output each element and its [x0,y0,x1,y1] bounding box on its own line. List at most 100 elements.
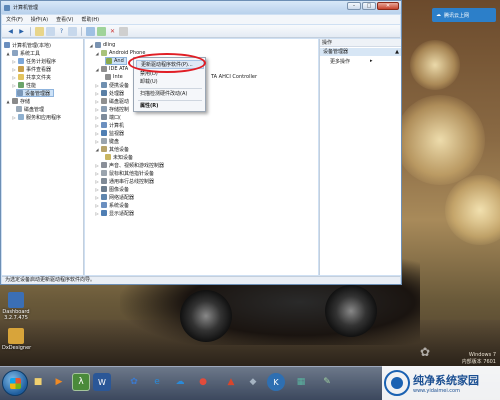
tree-item-task-scheduler[interactable]: ▷ 任务计划程序 [12,57,56,65]
maximize-button[interactable]: □ [362,2,376,10]
expand-arrow-icon[interactable]: ▷ [95,99,99,104]
device-category-monitors[interactable]: ▷ 监视器 [95,129,124,137]
device-root[interactable]: ◢ dling [89,41,115,49]
expand-arrow-icon[interactable]: ▲ [6,51,10,56]
expand-arrow-icon[interactable]: ▷ [95,83,99,88]
expand-arrow-icon[interactable]: ▷ [12,59,16,64]
desktop-icon-dashboard[interactable]: Dashboard 3.2.7.475 [2,292,30,321]
calculator-icon[interactable]: ▦ [292,373,310,391]
menu-view[interactable]: 查看(V) [56,16,73,23]
device-category-keyboards[interactable]: ▷ 键盘 [95,137,119,145]
expand-arrow-icon[interactable]: ▷ [12,83,16,88]
device-category-computer[interactable]: ▷ 计算机 [95,121,124,129]
device-android-adb[interactable]: And [105,57,127,65]
tree-item-storage[interactable]: ▲ 存储 [6,97,30,105]
menu-help[interactable]: 帮助(H) [81,16,99,23]
device-category-system[interactable]: ▷ 系统设备 [95,201,129,209]
expand-arrow-icon[interactable]: ▷ [95,163,99,168]
properties-icon[interactable] [68,26,77,36]
expand-arrow-icon[interactable]: ▷ [95,115,99,120]
device-category-sound-video[interactable]: ▷ 声音、视频和游戏控制器 [95,161,164,169]
tree-item-event-viewer[interactable]: ▷ 事件查看器 [12,65,51,73]
forward-arrow-icon[interactable]: ▶ [17,27,26,36]
k-app-icon[interactable]: K [267,373,285,391]
menu-item-update-driver[interactable]: 更新驱动程序软件(P)... [136,60,204,69]
desktop-icon-dxdesigner[interactable]: DxDesigner [2,328,31,351]
collapse-arrow-icon[interactable]: ◢ [95,147,99,152]
lambda-app-icon[interactable]: λ [72,373,90,391]
expand-arrow-icon[interactable]: ▷ [95,139,99,144]
tree-item-computer-management[interactable]: 计算机管理(本地) [4,41,51,49]
menu-action[interactable]: 操作(A) [31,16,48,23]
expand-arrow-icon[interactable]: ▲ [6,99,10,104]
ie-icon[interactable]: e [148,373,166,391]
actions-section-device-manager[interactable]: 设备管理器 ▲ [320,48,401,56]
expand-arrow-icon[interactable]: ▷ [95,131,99,136]
disable-icon[interactable] [119,26,128,36]
minimize-button[interactable]: – [347,2,361,10]
expand-arrow-icon[interactable]: ▷ [95,203,99,208]
menu-item-properties[interactable]: 属性(R) [136,102,204,111]
chrome-icon[interactable]: ● [194,373,212,391]
disk-icon[interactable]: ◆ [244,373,262,391]
expand-arrow-icon[interactable]: ▷ [12,75,16,80]
paw-app-icon[interactable]: ✿ [125,373,143,391]
expand-arrow-icon[interactable]: ▷ [95,123,99,128]
device-category-processors[interactable]: ▷ 处理器 [95,89,124,97]
tree-item-shared-folders[interactable]: ▷ 共享文件夹 [12,73,51,81]
folder-icon[interactable]: ■ [29,373,47,391]
close-button[interactable]: ✕ [377,2,399,10]
device-category-portable[interactable]: ▷ 便携设备 [95,81,129,89]
cloud-pill-button[interactable]: ☁ 腾讯云上网 [432,8,496,22]
tree-item-disk-management[interactable]: 磁盘管理 [16,105,44,113]
device-category-display[interactable]: ▷ 显示适配器 [95,209,134,217]
device-category-ports[interactable]: ▷ 端口( [95,113,121,121]
device-unknown[interactable]: 未知设备 [105,153,133,161]
start-button[interactable] [2,370,28,396]
expand-arrow-icon[interactable]: ▷ [12,115,16,120]
expand-arrow-icon[interactable]: ▷ [95,91,99,96]
device-category-android-phone[interactable]: ◢ Android Phone [95,49,145,57]
back-arrow-icon[interactable]: ◀ [6,27,15,36]
actions-more-item[interactable]: 更多操作 ▸ [330,58,373,65]
feather-icon[interactable]: ✎ [318,373,336,391]
help-icon[interactable]: ? [57,27,66,36]
expand-arrow-icon[interactable]: ▷ [95,187,99,192]
expand-arrow-icon[interactable]: ▷ [95,179,99,184]
expand-arrow-icon[interactable]: ▷ [12,67,16,72]
device-category-ide-ata[interactable]: ◢ IDE ATA [95,65,128,73]
device-category-imaging[interactable]: ▷ 图像设备 [95,185,129,193]
collapse-arrow-icon[interactable]: ◢ [95,51,99,56]
tree-item-device-manager[interactable]: 设备管理器 [16,89,55,97]
menu-item-scan-hardware[interactable]: 扫描检测硬件改动(A) [136,90,204,99]
update-driver-icon[interactable] [97,26,106,36]
tree-item-system-tools[interactable]: ▲ 系统工具 [6,49,40,57]
cloud-app-icon[interactable]: ☁ [171,373,189,391]
folder-icon[interactable] [35,26,44,36]
media-player-icon[interactable]: ▶ [50,373,68,391]
network-icon[interactable]: ▲ [222,373,240,391]
uninstall-icon[interactable]: ✕ [108,27,117,36]
expand-arrow-icon[interactable]: ▷ [95,195,99,200]
menu-file[interactable]: 文件(F) [6,16,23,23]
scan-hardware-icon[interactable] [86,26,95,36]
collapse-arrow-icon[interactable]: ◢ [89,43,93,48]
device-category-mice[interactable]: ▷ 鼠标和其他指针设备 [95,169,154,177]
collapse-up-icon[interactable]: ▲ [395,48,399,56]
word-icon[interactable]: W [93,373,111,391]
device-intel-ahci[interactable]: Inte [105,73,123,81]
menu-item-uninstall[interactable]: 卸载(U) [136,78,204,87]
tree-item-services-apps[interactable]: ▷ 服务和应用程序 [12,113,61,121]
device-category-disk-drives[interactable]: ▷ 磁盘驱动 [95,97,129,105]
device-category-usb[interactable]: ▷ 通用串行总线控制器 [95,177,154,185]
title-bar[interactable]: 计算机管理 – □ ✕ [1,1,401,14]
expand-arrow-icon[interactable]: ▷ [95,171,99,176]
device-category-network[interactable]: ▷ 网络适配器 [95,193,134,201]
device-category-storage-controllers[interactable]: ▷ 存储控制 [95,105,129,113]
console-tree-icon[interactable] [46,26,55,36]
expand-arrow-icon[interactable]: ▷ [95,211,99,216]
tree-item-performance[interactable]: ▷ 性能 [12,81,36,89]
device-category-other[interactable]: ◢ 其他设备 [95,145,129,153]
expand-arrow-icon[interactable]: ▷ [95,107,99,112]
collapse-arrow-icon[interactable]: ◢ [95,67,99,72]
